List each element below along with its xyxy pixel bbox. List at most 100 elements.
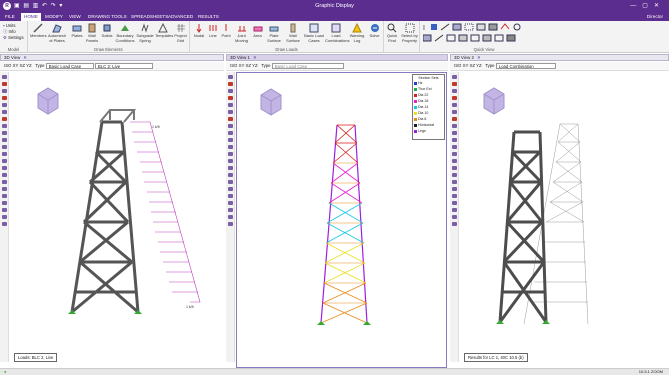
quick-find-button[interactable]: Quick Find xyxy=(385,23,399,43)
line-load-button[interactable]: Line xyxy=(207,23,219,39)
solids-icon xyxy=(103,24,111,32)
tab-3d-view-2[interactable]: 3D View 2 ✕ xyxy=(450,54,669,61)
view-cube xyxy=(483,87,505,115)
window-controls[interactable]: —▢✕ xyxy=(630,2,665,9)
joint-moving-button[interactable]: Joint Moving xyxy=(233,23,250,43)
distributed-load xyxy=(130,121,201,303)
line-tool-icon xyxy=(440,23,450,31)
members-button[interactable]: Members xyxy=(30,23,47,39)
view-toggle-iso[interactable]: ISO xyxy=(4,63,11,68)
case-select[interactable]: BLC 2: Live xyxy=(94,62,153,69)
tab-3d-view[interactable]: 3D View ✕ xyxy=(0,54,224,61)
type-select[interactable]: Basic Load Case xyxy=(271,62,344,69)
settings-button[interactable]: ⚙ Settings xyxy=(3,35,24,41)
moving-load-icon xyxy=(237,26,246,32)
plate-surface-icon xyxy=(269,26,279,32)
left-toolbar[interactable] xyxy=(450,72,459,362)
zoom-tool-icon xyxy=(494,34,504,42)
legend-swatch xyxy=(414,111,417,115)
select-property-icon xyxy=(405,23,414,33)
view-toggle-xy[interactable]: XY xyxy=(463,63,469,68)
view-toggle-yz[interactable]: YZ xyxy=(476,63,482,68)
tab-drawing-tools[interactable]: DRAWING TOOLS xyxy=(88,14,127,19)
automesh-icon xyxy=(52,24,62,33)
type-label: Type xyxy=(485,63,495,68)
select-by-property-button[interactable]: Select by Property xyxy=(400,23,419,43)
close-icon[interactable]: ✕ xyxy=(477,55,481,60)
tab-modify[interactable]: MODIFY xyxy=(45,14,63,19)
templates-icon xyxy=(158,23,168,33)
point-load-button[interactable]: Point xyxy=(220,23,232,39)
tab-spreadsheets[interactable]: SPREADSHEETS xyxy=(131,14,168,19)
support-icons xyxy=(496,320,550,324)
type-select[interactable]: Basic Load Case xyxy=(45,62,94,69)
ribbon-group-draw-elements: Members Automesh of Plates Plates Wall P… xyxy=(28,21,190,53)
wall-surface-icon xyxy=(290,23,296,33)
view-toggle-xz[interactable]: XZ xyxy=(19,63,25,68)
legend-swatch xyxy=(414,123,417,127)
quick-view-toolbar[interactable]: I xyxy=(423,23,545,45)
load-combinations-button[interactable]: Load Combinations xyxy=(325,23,349,43)
close-icon[interactable]: ✕ xyxy=(23,55,27,60)
legend-title: Section Sets xyxy=(418,76,439,80)
shade-tool-icon xyxy=(452,23,462,31)
plates-button[interactable]: Plates xyxy=(70,23,84,39)
section-sets-legend: Section Sets Hz Thor Ext Dia 22 Dia 18 D… xyxy=(412,74,445,140)
load-label-top: 1 k/ft xyxy=(152,125,160,129)
render-tool-icon xyxy=(476,23,486,31)
plate-surface-button[interactable]: Plate Surface xyxy=(265,23,283,43)
deformed-members xyxy=(498,130,548,323)
tab-view[interactable]: VIEW xyxy=(69,14,81,19)
user-name[interactable]: Director xyxy=(647,14,663,19)
title-bar: R ▣ ▤ ▥ ↶ ↷ ▾ Graphic Display —▢✕ xyxy=(0,0,669,12)
search-icon xyxy=(387,23,397,33)
menu-bar: FILE HOME MODIFY VIEW DRAWING TOOLS SPRE… xyxy=(0,12,669,21)
project-grid-button[interactable]: Project Grid xyxy=(172,23,189,43)
view-tool-icon xyxy=(431,24,437,30)
grid-icon xyxy=(176,24,185,32)
undeformed-shape xyxy=(523,123,589,325)
automesh-button[interactable]: Automesh of Plates xyxy=(48,23,66,43)
view-toggle-xz[interactable]: XZ xyxy=(245,63,251,68)
units-button[interactable]: ▪ Units xyxy=(3,23,16,28)
group-label-draw-elements: Draw Elements xyxy=(94,47,123,52)
tab-3d-view-1[interactable]: 3D View 1 ✕ xyxy=(226,54,448,61)
area-load-button[interactable]: Area xyxy=(251,23,264,39)
status-bar: ● 10.5.1 ZOOM xyxy=(0,368,669,375)
templates-button[interactable]: Templates xyxy=(155,23,173,39)
tab-file[interactable]: FILE xyxy=(5,14,15,19)
warning-log-button[interactable]: Warning Log xyxy=(348,23,366,43)
wireframe-tool-icon xyxy=(488,23,498,31)
close-icon[interactable]: ✕ xyxy=(253,55,257,60)
3d-view-2-canvas[interactable]: Results for LC 1, 40C 10.5 (b) xyxy=(460,72,669,368)
legend-item: Legs xyxy=(414,129,443,135)
boundary-conditions-icon xyxy=(121,25,129,31)
type-select[interactable]: Load Combination xyxy=(495,62,556,69)
basic-load-cases-button[interactable]: Basic Load Cases xyxy=(304,23,324,43)
view-toggle-iso[interactable]: ISO xyxy=(230,63,237,68)
legend-swatch xyxy=(414,117,417,121)
wall-surface-button[interactable]: Wall Surface xyxy=(284,23,302,43)
view-toggle-yz[interactable]: YZ xyxy=(252,63,258,68)
view-toggle-xy[interactable]: XY xyxy=(239,63,245,68)
view-toggle-iso[interactable]: ISO xyxy=(454,63,461,68)
view-toggle-yz[interactable]: YZ xyxy=(26,63,32,68)
3d-view-canvas[interactable]: 1 k/ft 1 k/ft Loads: BLC 2, Live xyxy=(10,72,224,368)
plate-tool-icon xyxy=(446,34,456,42)
left-toolbar[interactable] xyxy=(0,72,9,362)
tab-home[interactable]: HOME xyxy=(21,13,41,21)
tab-results[interactable]: RESULTS xyxy=(198,14,219,19)
view-toolbar: ISO XY XZ YZ Type Load Combination xyxy=(450,62,669,71)
boundary-conditions-button[interactable]: Boundary Conditions xyxy=(115,23,135,43)
solids-button[interactable]: Solids xyxy=(100,23,114,39)
subgrade-spring-button[interactable]: Subgrade Spring xyxy=(136,23,154,43)
view-toggle-xz[interactable]: XZ xyxy=(469,63,475,68)
solve-button[interactable]: Solve xyxy=(367,23,382,39)
view-toggle-xy[interactable]: XY xyxy=(13,63,19,68)
tab-advanced[interactable]: ADVANCED xyxy=(168,14,193,19)
wall-panels-button[interactable]: Wall Panels xyxy=(85,23,99,43)
left-toolbar[interactable] xyxy=(226,72,235,362)
refresh-icon xyxy=(513,23,521,31)
nodal-load-button[interactable]: Nodal xyxy=(192,23,206,39)
members-icon xyxy=(33,23,43,33)
